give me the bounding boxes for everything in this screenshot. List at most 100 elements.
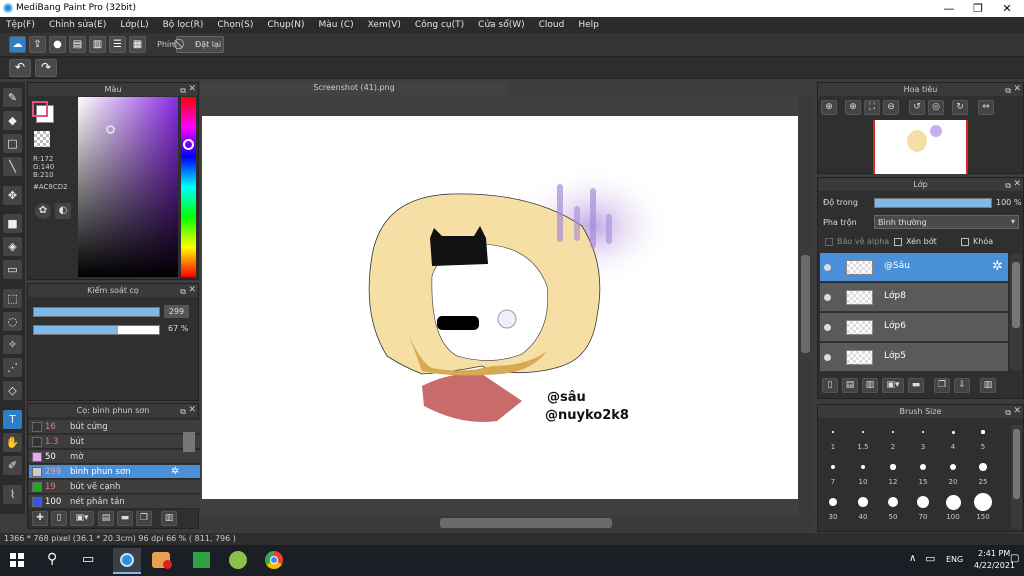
new-8bit-layer-icon[interactable]: ▥ <box>862 378 878 393</box>
chevron-up-icon[interactable]: ∧ <box>909 553 916 564</box>
grid-icon[interactable]: ▦ <box>129 36 146 53</box>
taskbar-app-notify-icon[interactable] <box>152 552 172 569</box>
brush-size-preset[interactable]: 7 <box>818 458 848 486</box>
select-rect-tool-icon[interactable]: ⬚ <box>3 289 22 308</box>
taskbar-medibang[interactable] <box>113 548 141 574</box>
saturation-value-picker[interactable] <box>78 97 178 277</box>
redo-icon[interactable]: ↷ <box>35 59 57 77</box>
layer-row[interactable]: Lớp6 <box>820 313 1008 342</box>
brush-doc-icon[interactable]: ▤ <box>98 511 114 526</box>
eraser-tool-icon[interactable]: ◆ <box>3 111 22 130</box>
size-slider[interactable] <box>33 307 160 317</box>
menu-edit[interactable]: Chỉnh sửa(E) <box>49 20 106 30</box>
search-icon[interactable]: ⚲ <box>47 551 57 567</box>
share-icon[interactable]: ⇪ <box>29 36 46 53</box>
brush-size-preset[interactable]: 12 <box>878 458 908 486</box>
brush-size-preset[interactable]: 40 <box>848 493 878 521</box>
menu-view[interactable]: Xem(V) <box>368 20 401 30</box>
eyedropper-tool-icon[interactable]: ⌇ <box>3 485 22 504</box>
visibility-icon[interactable] <box>824 354 831 361</box>
brush-size-preset[interactable]: 1.5 <box>848 423 878 451</box>
language-indicator[interactable]: ENG <box>946 555 963 564</box>
menu-file[interactable]: Tệp(F) <box>6 20 35 30</box>
float-icon[interactable]: ⧉ <box>180 405 186 418</box>
reset-button[interactable]: ⃠ Đặt lại <box>176 36 224 53</box>
float-icon[interactable]: ⧉ <box>180 84 186 97</box>
folder-icon[interactable]: ▬ <box>117 511 133 526</box>
menu-tools[interactable]: Công cụ(T) <box>415 20 464 30</box>
menu-help[interactable]: Help <box>578 20 599 30</box>
notification-icon[interactable]: ▢ <box>1010 553 1019 564</box>
float-icon[interactable]: ⧉ <box>180 285 186 298</box>
horizontal-scrollbar[interactable] <box>200 516 812 530</box>
maximize-button[interactable]: ❐ <box>963 0 993 17</box>
task-view-icon[interactable]: ▭ <box>82 552 94 567</box>
visibility-icon[interactable] <box>824 294 831 301</box>
line-tool-icon[interactable]: ╲ <box>3 157 22 176</box>
brush-size-preset[interactable]: 20 <box>938 458 968 486</box>
blend-mode-select[interactable]: Bình thường ▾ <box>874 215 1019 229</box>
brush-size-preset[interactable]: 70 <box>908 493 938 521</box>
hand-tool-icon[interactable]: ✋ <box>3 433 22 452</box>
delete-layer-icon[interactable]: ▥ <box>980 378 996 393</box>
new-halftone-layer-icon[interactable]: ▤ <box>842 378 858 393</box>
layer-folder-icon[interactable]: ▬ <box>908 378 924 393</box>
trash-icon[interactable]: ▥ <box>161 511 177 526</box>
drawing-canvas[interactable]: @sâu @nuyko2k8 <box>202 116 798 499</box>
brush-size-preset[interactable]: 4 <box>938 423 968 451</box>
magic-wand-tool-icon[interactable]: ✧ <box>3 335 22 354</box>
float-icon[interactable]: ⧉ <box>1005 406 1011 419</box>
close-icon[interactable]: ✕ <box>188 83 196 96</box>
brush-menu-icon[interactable]: ▣▾ <box>70 511 94 526</box>
brush-size-scroll-thumb[interactable] <box>1013 429 1020 499</box>
hue-handle[interactable] <box>183 139 194 150</box>
document-tab[interactable]: Screenshot (41).png <box>200 81 508 95</box>
layer-duplicate-icon[interactable]: ❐ <box>934 378 950 393</box>
list-icon[interactable]: ☰ <box>109 36 126 53</box>
brush-size-preset[interactable]: 5 <box>968 423 998 451</box>
color-wheel-icon[interactable]: ◐ <box>55 203 71 219</box>
zoom-out-icon[interactable]: ⊖ <box>883 100 899 115</box>
close-icon[interactable]: ✕ <box>188 284 196 297</box>
chrome-icon[interactable] <box>265 551 283 569</box>
menu-cloud[interactable]: Cloud <box>539 20 565 30</box>
brush-list-item[interactable]: 50 mờ <box>29 450 207 464</box>
layer-add-menu-icon[interactable]: ▣▾ <box>882 378 904 393</box>
size-value[interactable]: 299 <box>164 305 189 318</box>
gear-icon[interactable]: ✲ <box>992 259 1003 274</box>
vertical-scroll-thumb[interactable] <box>801 255 810 353</box>
brush-size-preset[interactable]: 30 <box>818 493 848 521</box>
clock-time[interactable]: 2:41 PM <box>978 549 1010 558</box>
menu-snap[interactable]: Chụp(N) <box>267 20 304 30</box>
navigator-preview[interactable] <box>873 120 968 174</box>
rectangle-tool-icon[interactable]: □ <box>3 134 22 153</box>
menu-color[interactable]: Màu (C) <box>319 20 354 30</box>
brush-tool-icon[interactable]: ✎ <box>3 88 22 107</box>
select-pen-tool-icon[interactable]: ⋰ <box>3 358 22 377</box>
visibility-icon[interactable] <box>824 264 831 271</box>
battery-icon[interactable]: ▭ <box>925 552 935 565</box>
comment-icon[interactable]: ● <box>49 36 66 53</box>
transparent-swatch[interactable] <box>34 131 50 147</box>
brush-size-preset[interactable]: 15 <box>908 458 938 486</box>
new-layer-icon[interactable]: ▯ <box>822 378 838 393</box>
zoom-fit-icon[interactable]: ⊕ <box>821 100 837 115</box>
brush-size-preset[interactable]: 50 <box>878 493 908 521</box>
brush-list-item[interactable]: 100 nét phân tán <box>29 495 207 509</box>
divide-tool-icon[interactable]: ✐ <box>3 456 22 475</box>
float-icon[interactable]: ⧉ <box>1005 84 1011 97</box>
taskbar-game-icon[interactable] <box>229 551 247 569</box>
close-icon[interactable]: ✕ <box>1013 405 1021 418</box>
start-icon[interactable] <box>10 553 24 567</box>
clock-date[interactable]: 4/22/2021 <box>974 561 1015 570</box>
clipping-checkbox[interactable] <box>894 238 902 246</box>
palette-icon[interactable]: ✿ <box>35 203 51 219</box>
fill-rect-tool-icon[interactable]: ■ <box>3 214 22 233</box>
brush-list-item[interactable]: 19 bút vẽ cạnh <box>29 480 207 494</box>
undo-icon[interactable]: ↶ <box>9 59 31 77</box>
brush-size-preset[interactable]: 150 <box>968 493 998 521</box>
brush-size-preset[interactable]: 10 <box>848 458 878 486</box>
opacity-slider[interactable] <box>33 325 160 335</box>
flip-icon[interactable]: ⇔ <box>978 100 994 115</box>
brush-size-preset[interactable]: 1 <box>818 423 848 451</box>
